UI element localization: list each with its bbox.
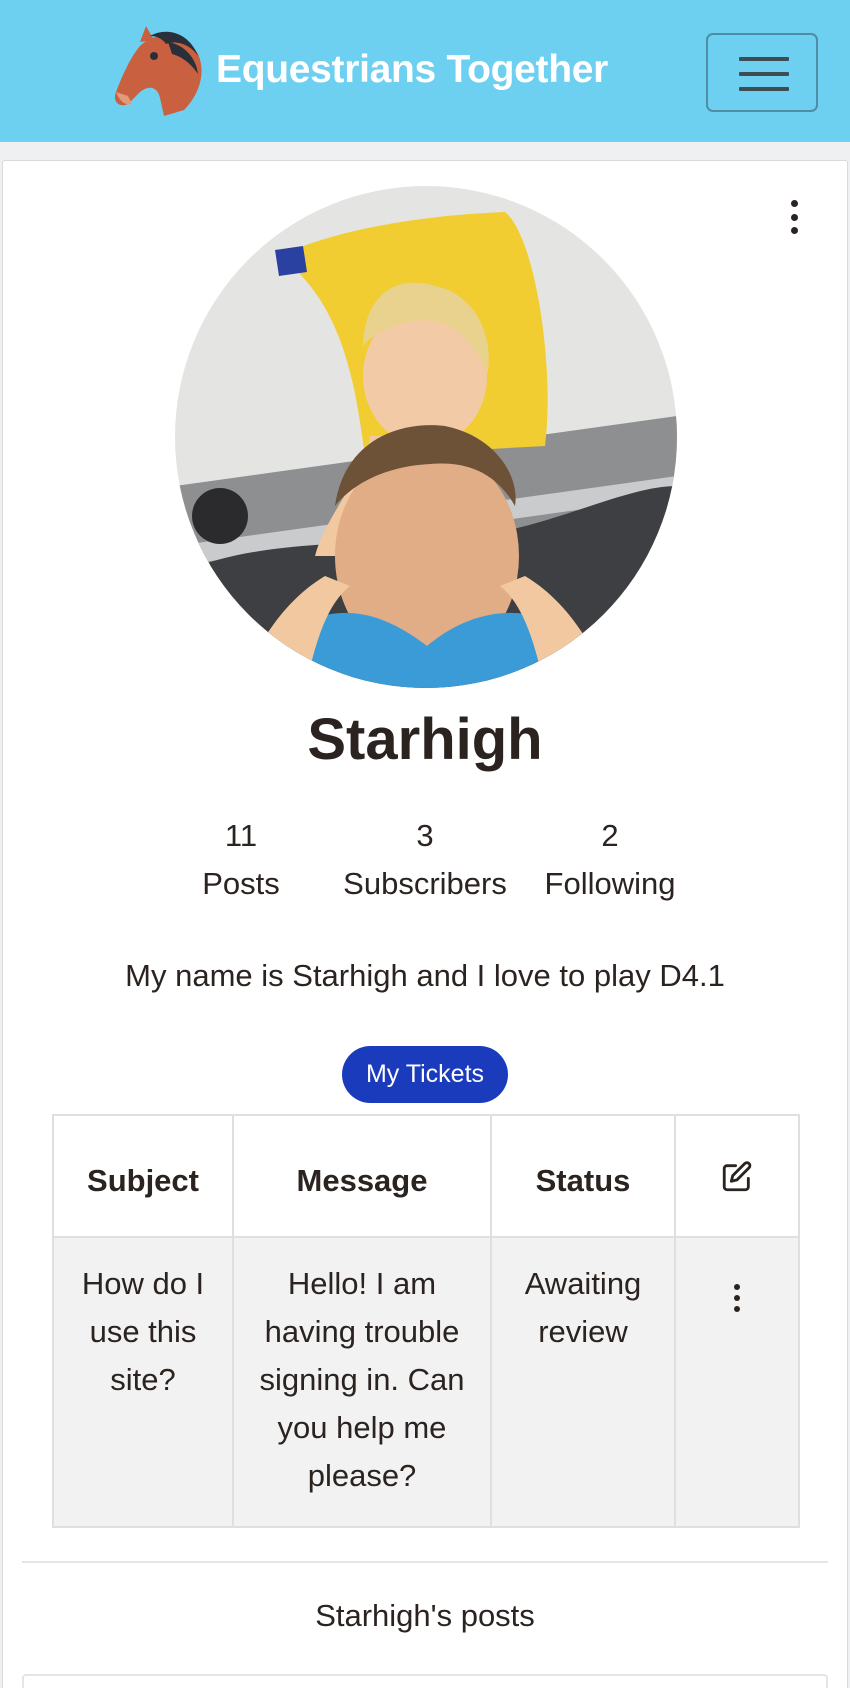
ticket-actions-button[interactable] [674, 1236, 800, 1528]
stat-subscribers-label: Subscribers [343, 866, 507, 901]
stat-following-label: Following [544, 866, 676, 901]
profile-bio: My name is Starhigh and I love to play D… [125, 958, 725, 993]
kebab-dot [734, 1284, 740, 1290]
column-header-message: Message [232, 1114, 492, 1238]
kebab-menu-icon [731, 1284, 743, 1312]
hamburger-line [739, 87, 789, 91]
tickets-table: Subject Message Status How do I use this… [52, 1114, 800, 1528]
my-tickets-button[interactable]: My Tickets [342, 1046, 508, 1103]
ticket-message: Hello! I am having trouble signing in. C… [232, 1236, 492, 1528]
edit-tickets-button[interactable] [674, 1114, 800, 1238]
section-divider [22, 1561, 828, 1563]
profile-options-button[interactable] [787, 200, 801, 234]
stat-posts-label: Posts [202, 866, 280, 901]
ticket-subject: How do I use this site? [52, 1236, 234, 1528]
ticket-status: Awaiting review [490, 1236, 676, 1528]
tickets-header-row: Subject Message Status [52, 1114, 800, 1238]
kebab-menu-icon [790, 200, 798, 207]
profile-username: Starhigh [307, 707, 543, 772]
kebab-dot [790, 227, 798, 234]
kebab-dot [790, 213, 798, 221]
kebab-dot [734, 1306, 740, 1312]
column-header-status: Status [490, 1114, 676, 1238]
posts-section-title: Starhigh's posts [315, 1598, 535, 1633]
avatar-photo [175, 186, 677, 688]
horse-head-icon [114, 26, 202, 116]
stat-subscribers[interactable]: 3 Subscribers [325, 812, 525, 908]
avatar [175, 186, 677, 688]
hamburger-line [739, 72, 789, 76]
table-row[interactable]: How do I use this site? Hello! I am havi… [52, 1236, 800, 1528]
brand-title: Equestrians Together [216, 48, 609, 91]
stat-posts-value: 11 [224, 818, 258, 853]
navbar: Equestrians Together [0, 0, 850, 142]
stat-posts[interactable]: 11 Posts [141, 812, 341, 908]
hamburger-menu-icon [739, 57, 789, 61]
column-header-subject: Subject [52, 1114, 234, 1238]
post-card[interactable] [22, 1674, 828, 1688]
brand-link[interactable]: Equestrians Together [110, 22, 608, 118]
kebab-dot [734, 1295, 740, 1301]
menu-toggle-button[interactable] [706, 33, 818, 112]
stat-following[interactable]: 2 Following [510, 812, 710, 908]
stat-subscribers-value: 3 [416, 818, 434, 853]
edit-icon [722, 1161, 752, 1192]
stat-following-value: 2 [601, 818, 619, 853]
